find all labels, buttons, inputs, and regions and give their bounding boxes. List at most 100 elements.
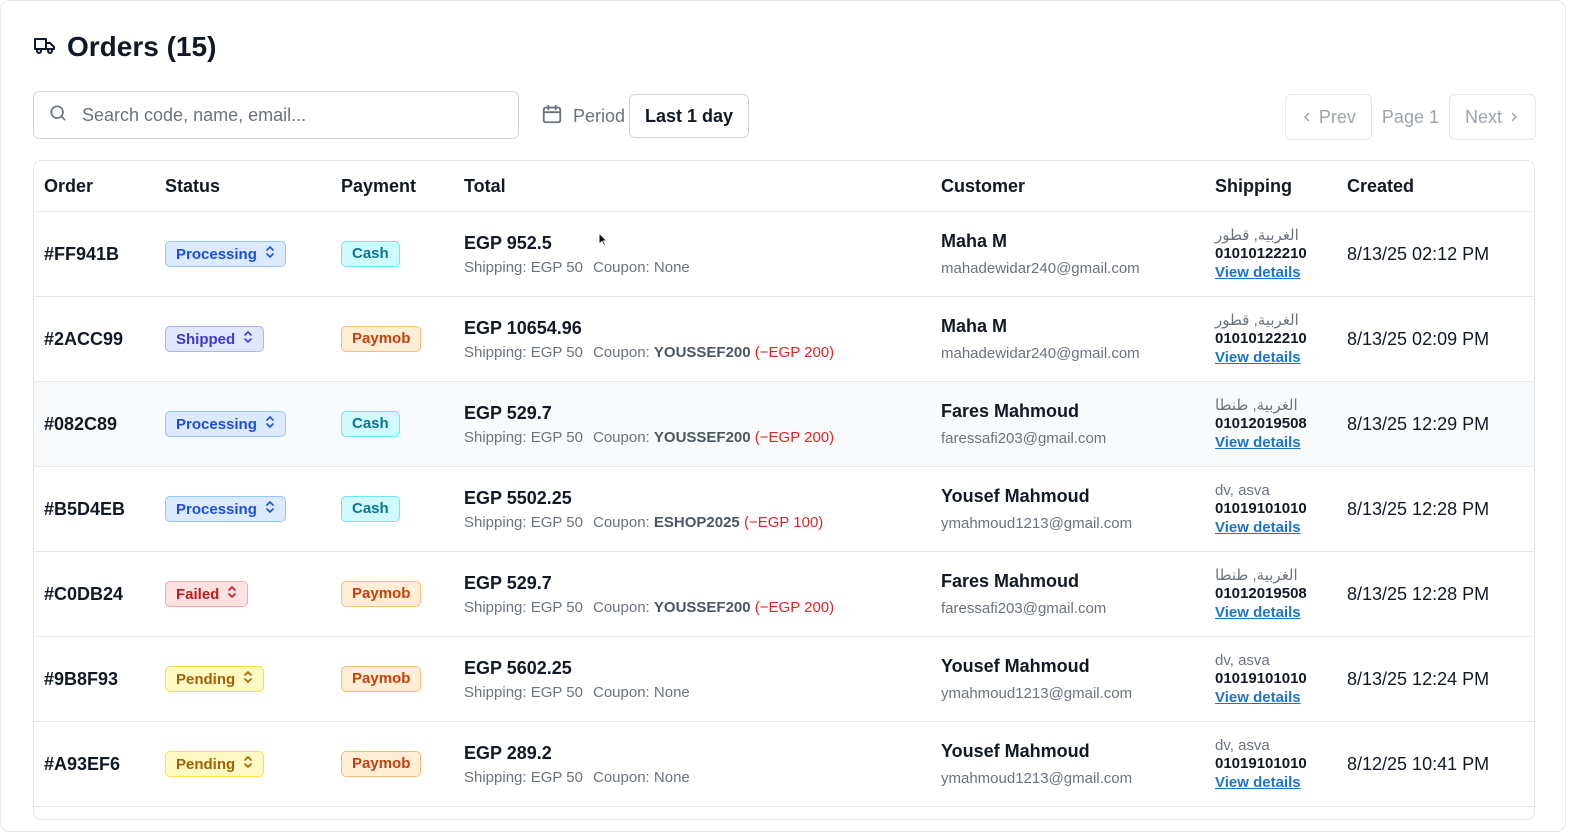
- search-box: [33, 91, 519, 139]
- status-dropdown[interactable]: Failed: [165, 581, 249, 607]
- order-code[interactable]: #9B8F93: [44, 669, 118, 689]
- table-row[interactable]: #9B8F93 Pending Paymob EGP 5602.25 Shipping:…: [34, 636, 1534, 722]
- created-cell: 8/13/25 12:29 PM: [1337, 381, 1534, 467]
- order-total: EGP 289.2: [464, 742, 552, 763]
- column-header-total[interactable]: Total: [454, 161, 931, 212]
- order-cell: #2ACC99: [34, 296, 155, 382]
- column-header-customer[interactable]: Customer: [931, 161, 1205, 212]
- payment-cell: Paymob: [331, 636, 454, 722]
- customer-email: ymahmoud1213@gmail.com: [941, 515, 1133, 532]
- shipping-cell: dv, asva 01019101010 View details: [1205, 721, 1337, 807]
- shipping-address: الغربية, طنطا: [1215, 567, 1298, 584]
- created-cell: 8/12/25 10:41 PM: [1337, 721, 1534, 807]
- order-code[interactable]: #2ACC99: [44, 329, 123, 349]
- payment-badge: Paymob: [341, 581, 422, 607]
- status-dropdown[interactable]: Pending: [165, 751, 265, 777]
- order-code[interactable]: #B5D4EB: [44, 499, 125, 519]
- status-dropdown[interactable]: Processing: [165, 241, 286, 267]
- created-date: 8/12/25 10:41 PM: [1347, 753, 1490, 774]
- status-dropdown[interactable]: Processing: [165, 411, 286, 437]
- view-details-link[interactable]: View details: [1215, 519, 1301, 536]
- shipping-cell: الغربية, طنطا 01012019508 View details: [1205, 381, 1337, 467]
- created-date: 8/13/25 02:12 PM: [1347, 243, 1490, 264]
- status-dropdown[interactable]: Pending: [165, 666, 265, 692]
- shipping-address: dv, asva: [1215, 481, 1270, 499]
- view-details-link[interactable]: View details: [1215, 349, 1301, 366]
- coupon-code: YOUSSEF200: [653, 343, 751, 361]
- table-row[interactable]: #FF941B Processing Cash EGP 952.5 Shipping: …: [34, 211, 1534, 297]
- period-select-button[interactable]: Last 1 day: [629, 94, 750, 138]
- orders-table-body: #FF941B Processing Cash EGP 952.5 Shipping: …: [34, 211, 1534, 807]
- created-date: 8/13/25 12:24 PM: [1347, 668, 1490, 689]
- shipping-cell: dv, asva 01019101010 View details: [1205, 466, 1337, 552]
- chevron-right-icon: [1508, 107, 1520, 128]
- column-header-order[interactable]: Order: [34, 161, 155, 212]
- status-cell: Shipped: [155, 296, 331, 382]
- total-details: Shipping: EGP 50 Coupon: ESHOP2025 (−EGP …: [464, 514, 921, 531]
- shipping-address: الغربية, قطور: [1215, 227, 1299, 244]
- payment-cell: Cash: [331, 381, 454, 467]
- order-total: EGP 529.7: [464, 572, 552, 593]
- status-dropdown[interactable]: Shipped: [165, 326, 265, 352]
- customer-name: Fares Mahmoud: [941, 571, 1080, 591]
- order-cell: #FF941B: [34, 211, 155, 297]
- order-code[interactable]: #A93EF6: [44, 754, 120, 774]
- status-cell: Processing: [155, 211, 331, 297]
- created-cell: 8/13/25 02:12 PM: [1337, 211, 1534, 297]
- coupon-label: Coupon:: [593, 343, 650, 361]
- chevron-up-down-icon: [243, 330, 253, 348]
- payment-badge: Paymob: [341, 326, 422, 352]
- coupon-label: Coupon:: [593, 258, 650, 276]
- total-details: Shipping: EGP 50 Coupon: None: [464, 259, 921, 276]
- column-header-status[interactable]: Status: [155, 161, 331, 212]
- customer-cell: Maha M mahadewidar240@gmail.com: [931, 211, 1205, 297]
- column-header-payment[interactable]: Payment: [331, 161, 454, 212]
- table-row[interactable]: #B5D4EB Processing Cash EGP 5502.25 Shipping…: [34, 466, 1534, 552]
- customer-cell: Yousef Mahmoud ymahmoud1213@gmail.com: [931, 636, 1205, 722]
- shipping-fee: EGP 50: [530, 343, 583, 361]
- view-details-link[interactable]: View details: [1215, 689, 1301, 706]
- table-row[interactable]: #C0DB24 Failed Paymob EGP 529.7 Shipping: EG…: [34, 551, 1534, 637]
- shipping-label: Shipping:: [464, 768, 527, 786]
- order-code[interactable]: #FF941B: [44, 244, 119, 264]
- table-row[interactable]: #A93EF6 Pending Paymob EGP 289.2 Shipping: E…: [34, 721, 1534, 807]
- shipping-address: dv, asva: [1215, 651, 1270, 669]
- customer-cell: Yousef Mahmoud ymahmoud1213@gmail.com: [931, 721, 1205, 807]
- table-row[interactable]: #082C89 Processing Cash EGP 529.7 Shipping: …: [34, 381, 1534, 467]
- column-header-shipping[interactable]: Shipping: [1205, 161, 1337, 212]
- customer-name: Maha M: [941, 231, 1008, 251]
- order-code[interactable]: #082C89: [44, 414, 117, 434]
- table-row[interactable]: #2ACC99 Shipped Paymob EGP 10654.96 Shipping…: [34, 296, 1534, 382]
- coupon-label: Coupon:: [593, 683, 650, 701]
- shipping-fee: EGP 50: [530, 513, 583, 531]
- status-dropdown[interactable]: Processing: [165, 496, 286, 522]
- coupon-label: Coupon:: [593, 768, 650, 786]
- view-details-link[interactable]: View details: [1215, 264, 1301, 281]
- toolbar: Period Last 1 day Prev Page 1 Next: [33, 91, 1536, 141]
- shipping-label: Shipping:: [464, 343, 527, 361]
- column-header-created[interactable]: Created: [1337, 161, 1534, 212]
- created-date: 8/13/25 02:09 PM: [1347, 328, 1490, 349]
- period-filter: Period: [541, 94, 625, 138]
- payment-badge: Cash: [341, 241, 400, 267]
- orders-table: Order Status Payment Total Customer Ship…: [34, 161, 1534, 807]
- order-total: EGP 529.7: [464, 402, 552, 423]
- search-input[interactable]: [80, 103, 504, 127]
- order-code[interactable]: #C0DB24: [44, 584, 123, 604]
- view-details-link[interactable]: View details: [1215, 434, 1301, 451]
- next-page-button[interactable]: Next: [1448, 94, 1536, 140]
- shipping-fee: EGP 50: [530, 598, 583, 616]
- status-label: Pending: [176, 755, 236, 773]
- customer-cell: Fares Mahmoud faressafi203@gmail.com: [931, 551, 1205, 637]
- status-label: Pending: [176, 670, 236, 688]
- view-details-link[interactable]: View details: [1215, 774, 1301, 791]
- customer-name: Maha M: [941, 316, 1008, 336]
- status-label: Shipped: [176, 330, 236, 348]
- shipping-address: الغربية, قطور: [1215, 312, 1299, 329]
- order-total: EGP 10654.96: [464, 317, 582, 338]
- shipping-fee: EGP 50: [530, 683, 583, 701]
- shipping-phone: 01010122210: [1215, 330, 1307, 347]
- view-details-link[interactable]: View details: [1215, 604, 1301, 621]
- prev-page-button[interactable]: Prev: [1284, 94, 1372, 140]
- status-cell: Pending: [155, 636, 331, 722]
